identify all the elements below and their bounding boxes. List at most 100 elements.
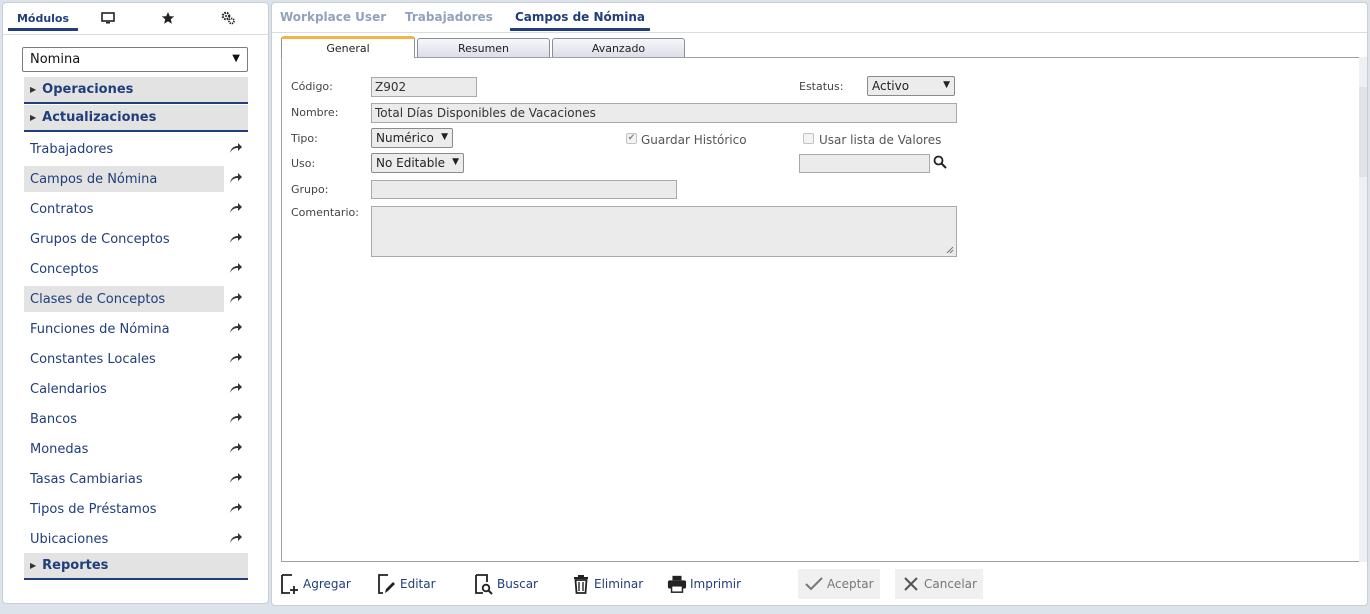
sidebar-item-campos-de-nomina[interactable]: Campos de Nómina bbox=[24, 166, 224, 192]
section-label: Actualizaciones bbox=[42, 110, 157, 125]
editar-button[interactable]: Editar bbox=[377, 569, 436, 599]
estatus-select[interactable]: Activo ▼ bbox=[867, 76, 955, 96]
codigo-label: Código: bbox=[291, 80, 333, 93]
sidebar-item-trabajadores[interactable]: Trabajadores bbox=[24, 136, 224, 162]
buscar-label: Buscar bbox=[497, 577, 538, 591]
tab-resumen[interactable]: Resumen bbox=[417, 38, 550, 57]
imprimir-label: Imprimir bbox=[690, 577, 742, 591]
uso-select[interactable]: No Editable ▼ bbox=[371, 153, 464, 173]
buscar-button[interactable]: Buscar bbox=[474, 569, 538, 599]
lista-valores-field[interactable] bbox=[799, 154, 930, 173]
left-top-tabs: Módulos bbox=[3, 3, 268, 33]
share-arrow-icon[interactable] bbox=[227, 439, 245, 457]
section-reportes[interactable]: ▶ Reportes bbox=[24, 553, 248, 580]
tab-modulos[interactable]: Módulos bbox=[8, 3, 78, 33]
comentario-textarea[interactable] bbox=[371, 206, 957, 257]
uso-label: Uso: bbox=[291, 157, 316, 170]
sidebar-item-tasas-cambiarias[interactable]: Tasas Cambiarias bbox=[24, 466, 224, 492]
trash-icon bbox=[571, 573, 591, 595]
share-arrow-icon[interactable] bbox=[227, 529, 245, 547]
section-operaciones[interactable]: ▶ Operaciones bbox=[24, 77, 248, 104]
triangle-right-icon: ▶ bbox=[30, 113, 37, 122]
imprimir-button[interactable]: Imprimir bbox=[667, 569, 741, 599]
grupo-field[interactable] bbox=[371, 180, 677, 199]
tab-monitor[interactable] bbox=[83, 3, 133, 33]
check-icon bbox=[804, 573, 824, 595]
nombre-field[interactable]: Total Días Disponibles de Vacaciones bbox=[371, 103, 957, 123]
codigo-field[interactable]: Z902 bbox=[371, 77, 477, 97]
share-arrow-icon[interactable] bbox=[227, 169, 245, 187]
sidebar-item-bancos[interactable]: Bancos bbox=[24, 406, 224, 432]
search-icon[interactable] bbox=[933, 155, 949, 171]
share-arrow-icon[interactable] bbox=[227, 469, 245, 487]
eliminar-button[interactable]: Eliminar bbox=[571, 569, 643, 599]
sidebar-item-calendarios[interactable]: Calendarios bbox=[24, 376, 224, 402]
sidebar-item-clases-de-conceptos[interactable]: Clases de Conceptos bbox=[24, 286, 224, 312]
usar-lista-checkbox[interactable] bbox=[803, 133, 814, 144]
guardar-historico-checkbox[interactable]: ✔ bbox=[626, 133, 637, 144]
estatus-label: Estatus: bbox=[799, 80, 844, 93]
share-arrow-icon[interactable] bbox=[227, 499, 245, 517]
sidebar-item-monedas[interactable]: Monedas bbox=[24, 436, 224, 462]
tipo-label: Tipo: bbox=[291, 132, 318, 145]
share-arrow-icon[interactable] bbox=[227, 409, 245, 427]
share-arrow-icon[interactable] bbox=[227, 349, 245, 367]
sidebar-item-ubicaciones[interactable]: Ubicaciones bbox=[24, 526, 224, 552]
section-label: Operaciones bbox=[42, 82, 134, 97]
tabs-divider bbox=[3, 34, 268, 35]
sidebar-item-conceptos[interactable]: Conceptos bbox=[24, 256, 224, 282]
printer-icon bbox=[667, 573, 687, 595]
sidebar-item-contratos[interactable]: Contratos bbox=[24, 196, 224, 222]
agregar-button[interactable]: Agregar bbox=[280, 569, 351, 599]
module-select[interactable]: Nomina ▼ bbox=[22, 47, 248, 72]
share-arrow-icon[interactable] bbox=[227, 199, 245, 217]
module-select-value: Nomina bbox=[30, 52, 81, 67]
sidebar-item-tipos-de-prestamos[interactable]: Tipos de Préstamos bbox=[24, 496, 224, 522]
caret-down-icon: ▼ bbox=[452, 157, 459, 167]
tipo-select[interactable]: Numérico ▼ bbox=[371, 128, 453, 148]
agregar-label: Agregar bbox=[303, 577, 351, 591]
caret-down-icon: ▼ bbox=[232, 53, 240, 64]
breadcrumb-trabajadores[interactable]: Trabajadores bbox=[405, 3, 493, 31]
form-content: Código: Z902 Estatus: Activo ▼ Nombre: T… bbox=[281, 57, 1361, 562]
scrollbar[interactable] bbox=[1359, 57, 1367, 562]
share-arrow-icon[interactable] bbox=[227, 229, 245, 247]
breadcrumb-divider bbox=[272, 32, 1367, 33]
scrollbar-thumb[interactable] bbox=[1359, 87, 1367, 177]
guardar-historico-label: Guardar Histórico bbox=[641, 133, 747, 147]
grupo-label: Grupo: bbox=[291, 183, 329, 196]
right-panel: Workplace User Trabajadores Campos de Nó… bbox=[271, 2, 1368, 606]
share-arrow-icon[interactable] bbox=[227, 319, 245, 337]
breadcrumb-workplace-user[interactable]: Workplace User bbox=[280, 3, 386, 31]
share-arrow-icon[interactable] bbox=[227, 259, 245, 277]
tab-general[interactable]: General bbox=[281, 36, 415, 58]
aceptar-button[interactable]: Aceptar bbox=[798, 569, 880, 599]
search-document-icon bbox=[474, 573, 494, 595]
close-icon bbox=[901, 573, 921, 595]
share-arrow-icon[interactable] bbox=[227, 289, 245, 307]
section-actualizaciones[interactable]: ▶ Actualizaciones bbox=[24, 105, 248, 132]
cancelar-label: Cancelar bbox=[924, 577, 977, 591]
comentario-label: Comentario: bbox=[291, 206, 359, 219]
aceptar-label: Aceptar bbox=[827, 577, 874, 591]
uso-value: No Editable bbox=[376, 156, 446, 170]
share-arrow-icon[interactable] bbox=[227, 379, 245, 397]
resize-grip-icon[interactable] bbox=[946, 246, 954, 254]
gears-icon bbox=[221, 11, 235, 25]
usar-lista-label: Usar lista de Valores bbox=[819, 133, 942, 147]
sidebar-item-constantes-locales[interactable]: Constantes Locales bbox=[24, 346, 224, 372]
cancelar-button[interactable]: Cancelar bbox=[895, 569, 983, 599]
tab-favorites[interactable] bbox=[143, 3, 193, 33]
share-arrow-icon[interactable] bbox=[227, 139, 245, 157]
sidebar-item-funciones-de-nomina[interactable]: Funciones de Nómina bbox=[24, 316, 224, 342]
edit-document-icon bbox=[377, 573, 397, 595]
tab-settings[interactable] bbox=[203, 3, 253, 33]
breadcrumb-campos-de-nomina[interactable]: Campos de Nómina bbox=[510, 3, 651, 31]
add-document-icon bbox=[280, 573, 300, 595]
section-label: Reportes bbox=[42, 558, 109, 573]
caret-down-icon: ▼ bbox=[441, 132, 448, 142]
tab-avanzado[interactable]: Avanzado bbox=[552, 38, 685, 57]
sidebar-item-grupos-de-conceptos[interactable]: Grupos de Conceptos bbox=[24, 226, 224, 252]
star-icon bbox=[161, 12, 175, 24]
triangle-right-icon: ▶ bbox=[30, 85, 37, 94]
